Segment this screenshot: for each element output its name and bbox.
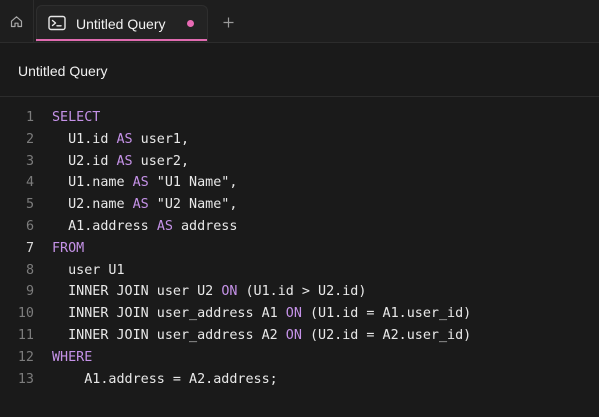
code-token: user1, (132, 131, 190, 147)
code-line[interactable]: 11 INNER JOIN user_address A2 ON (U2.id … (0, 325, 599, 347)
sql-keyword: AS (116, 131, 133, 147)
plus-icon (223, 17, 233, 27)
sql-keyword: AS (156, 219, 173, 234)
code-token: (U2.id = A2.user_id) (301, 328, 472, 343)
code-text: U1.name AS "U1 Name", (52, 172, 237, 194)
line-number: 8 (25, 262, 34, 278)
code-line[interactable]: 8 user U1 (0, 260, 599, 282)
code-token: A1.address (52, 219, 157, 234)
sql-keyword: AS (132, 197, 149, 213)
sql-keyword: SELECT (52, 110, 101, 125)
code-text: U1.id AS user1, (52, 129, 189, 151)
code-line[interactable]: 13 A1.address = A2.address; (0, 369, 599, 391)
code-line[interactable]: 10 INNER JOIN user_address A1 ON (U1.id … (0, 303, 599, 325)
code-text: A1.address = A2.address; (52, 369, 278, 391)
code-token: INNER JOIN user U2 (52, 284, 222, 300)
code-text: INNER JOIN user U2 ON (U1.id > U2.id) (52, 281, 366, 303)
code-line[interactable]: 1 SELECT (0, 107, 599, 129)
home-button[interactable] (0, 0, 34, 42)
line-number: 11 (17, 328, 34, 343)
code-token: U2.name (52, 197, 133, 213)
line-number: 2 (25, 131, 34, 147)
line-number: 13 (17, 371, 34, 387)
sql-keyword: FROM (52, 240, 85, 256)
code-line[interactable]: 4 U1.name AS "U1 Name", (0, 172, 599, 194)
sql-keyword: WHERE (52, 349, 93, 365)
code-token: U1.id (52, 131, 117, 147)
sql-keyword: AS (116, 153, 133, 169)
query-header: Untitled Query (0, 43, 599, 97)
tab-untitled-query[interactable]: Untitled Query (36, 5, 208, 42)
line-number: 4 (25, 175, 34, 191)
code-line[interactable]: 3 U2.id AS user2, (0, 151, 599, 173)
new-tab-button[interactable] (218, 12, 238, 32)
code-token: address (172, 219, 238, 234)
code-token: (U1.id > U2.id) (237, 284, 367, 300)
line-number: 1 (25, 110, 34, 125)
code-line[interactable]: 5 U2.name AS "U2 Name", (0, 194, 599, 216)
code-line[interactable]: 7 FROM (0, 238, 599, 260)
line-number: 9 (25, 284, 34, 300)
code-token: U2.id (52, 153, 117, 169)
code-text: INNER JOIN user_address A1 ON (U1.id = A… (52, 303, 471, 325)
code-line[interactable]: 12 WHERE (0, 347, 599, 369)
code-text: U2.id AS user2, (52, 151, 189, 173)
code-token: user U1 (52, 262, 125, 278)
code-token: U1.name (52, 175, 133, 191)
sql-keyword: ON (285, 328, 302, 343)
line-number: 3 (25, 153, 34, 169)
sql-keyword: AS (132, 175, 149, 191)
code-line[interactable]: 6 A1.address AS address (0, 216, 599, 238)
code-text: SELECT (52, 107, 100, 129)
unsaved-indicator-icon[interactable] (187, 20, 194, 27)
code-text: A1.address AS address (52, 216, 237, 238)
code-editor[interactable]: 1 SELECT 2 U1.id AS user1, 3 U2.id AS user2… (0, 98, 599, 417)
code-text: FROM (52, 238, 84, 260)
active-tab-indicator (36, 39, 207, 41)
code-text: INNER JOIN user_address A2 ON (U2.id = A… (52, 325, 471, 347)
code-token: INNER JOIN user_address A2 (52, 328, 286, 343)
line-number: 6 (25, 219, 34, 234)
line-number: 10 (17, 306, 34, 322)
page-title[interactable]: Untitled Query (18, 62, 107, 80)
tab-label: Untitled Query (76, 16, 166, 32)
code-text: WHERE (52, 347, 92, 369)
sql-keyword: ON (221, 284, 238, 300)
code-token: (U1.id = A1.user_id) (301, 306, 472, 322)
code-token: A1.address = A2.address; (52, 371, 278, 387)
terminal-icon (48, 15, 66, 31)
sql-keyword: ON (285, 306, 302, 322)
code-token: "U2 Name", (148, 197, 238, 213)
code-line[interactable]: 9 INNER JOIN user U2 ON (U1.id > U2.id) (0, 281, 599, 303)
code-token: INNER JOIN user_address A1 (52, 306, 286, 322)
line-number: 7 (25, 240, 34, 256)
tab-bar: Untitled Query (0, 0, 599, 43)
code-text: U2.name AS "U2 Name", (52, 194, 237, 216)
code-text: user U1 (52, 260, 125, 282)
code-token: user2, (132, 153, 190, 169)
code-token: "U1 Name", (148, 175, 238, 191)
line-number: 5 (25, 197, 34, 213)
code-line[interactable]: 2 U1.id AS user1, (0, 129, 599, 151)
home-icon (10, 15, 23, 27)
line-number: 12 (17, 349, 34, 365)
